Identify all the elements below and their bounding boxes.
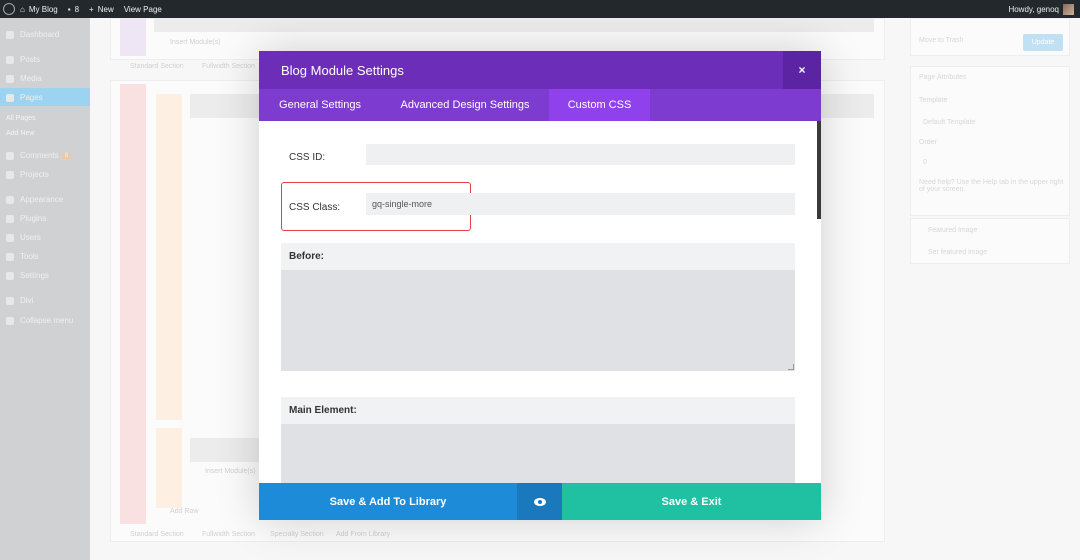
insert-module-link[interactable]: Insert Module(s) <box>205 468 256 475</box>
comments-badge: 8 <box>61 152 72 159</box>
sidebar-item-projects[interactable]: Projects <box>6 170 49 179</box>
standard-section-link-2[interactable]: Standard Section <box>130 531 184 538</box>
featured-image-box <box>910 218 1070 264</box>
update-button[interactable]: Update <box>1023 34 1063 51</box>
modal-title: Blog Module Settings <box>281 63 404 78</box>
close-button[interactable]: × <box>783 51 821 89</box>
module-bar <box>154 18 874 32</box>
close-icon: × <box>798 63 806 77</box>
comments-link[interactable]: ▪ 8 <box>63 0 84 18</box>
modal-footer: Save & Add To Library Save & Exit <box>259 483 821 520</box>
tab-general-settings[interactable]: General Settings <box>259 89 381 121</box>
modal-body: CSS ID: CSS Class: Before: Main Element: <box>259 121 821 483</box>
modal-header: Blog Module Settings × <box>259 51 821 89</box>
page-attributes-title: Page Attributes <box>919 74 967 81</box>
add-from-library-link[interactable]: Add From Library <box>336 531 390 538</box>
featured-image-title: Featured Image <box>928 227 978 234</box>
sidebar-item-users[interactable]: Users <box>6 233 41 242</box>
module-settings-modal: Blog Module Settings × General Settings … <box>259 51 821 520</box>
main-element-label: Main Element: <box>289 405 357 416</box>
wrench-icon <box>6 252 14 261</box>
sidebar-item-divi[interactable]: Divi <box>6 296 33 305</box>
css-id-input[interactable] <box>366 144 795 165</box>
tab-advanced-design-settings[interactable]: Advanced Design Settings <box>381 89 549 121</box>
add-row-link[interactable]: Add Row <box>170 508 198 515</box>
sidebar-collapse-menu[interactable]: Collapse menu <box>6 316 73 325</box>
sidebar-item-tools[interactable]: Tools <box>6 252 39 261</box>
plugin-icon <box>6 214 14 223</box>
set-featured-image-link[interactable]: Set featured image <box>928 249 987 256</box>
settings-icon <box>6 271 14 280</box>
main-element-field-header <box>281 397 795 424</box>
sidebar-item-media[interactable]: Media <box>6 74 42 83</box>
before-field-header <box>281 243 795 270</box>
sidebar-subitem-all-pages[interactable]: All Pages <box>6 115 36 122</box>
howdy-link[interactable]: Howdy, genoq <box>1008 5 1059 14</box>
view-page-link[interactable]: View Page <box>119 0 167 18</box>
sidebar-item-settings[interactable]: Settings <box>6 271 49 280</box>
dashboard-icon <box>6 30 14 39</box>
template-label: Template <box>919 97 948 104</box>
standard-section-link[interactable]: Standard Section <box>130 63 184 70</box>
wordpress-logo-icon[interactable] <box>3 3 15 15</box>
sidebar-item-comments[interactable]: Comments 8 <box>6 151 72 160</box>
save-add-to-library-button[interactable]: Save & Add To Library <box>259 483 517 520</box>
css-class-label: CSS Class: <box>289 202 341 213</box>
eye-icon <box>533 497 546 506</box>
tab-custom-css[interactable]: Custom CSS <box>549 89 650 121</box>
sidebar-item-appearance[interactable]: Appearance <box>6 195 63 204</box>
insert-modules-link[interactable]: Insert Module(s) <box>170 39 221 46</box>
divi-icon <box>6 296 14 305</box>
before-textarea[interactable] <box>281 270 795 371</box>
sidebar-item-plugins[interactable]: Plugins <box>6 214 46 223</box>
help-text: Need help? Use the Help tab in the upper… <box>919 179 1064 193</box>
collapse-icon <box>6 316 14 325</box>
modal-scrollbar[interactable] <box>817 121 821 219</box>
comments-count: 8 <box>74 4 80 14</box>
css-class-input[interactable] <box>366 193 795 215</box>
media-icon <box>6 74 14 83</box>
specialty-section-link[interactable]: Specialty Section <box>270 531 324 538</box>
section-handle-purple <box>120 18 146 56</box>
sidebar-item-pages[interactable]: Pages <box>6 93 43 102</box>
order-input[interactable]: 0 <box>923 159 927 166</box>
site-name-link[interactable]: ⌂ My Blog <box>15 0 63 18</box>
avatar[interactable] <box>1063 3 1074 15</box>
save-exit-button[interactable]: Save & Exit <box>562 483 821 520</box>
css-id-label: CSS ID: <box>289 152 326 163</box>
brush-icon <box>6 195 14 204</box>
pin-icon <box>6 55 14 64</box>
order-label: Order <box>919 139 937 146</box>
users-icon <box>6 233 14 242</box>
settings-tabs: General Settings Advanced Design Setting… <box>259 89 821 121</box>
resize-grip-icon[interactable] <box>788 364 794 370</box>
admin-sidebar: Dashboard Posts Media Pages All Pages Ad… <box>0 18 90 560</box>
admin-bar: ⌂ My Blog ▪ 8 + New View Page Howdy, gen… <box>0 0 1080 18</box>
row-handle-orange-2 <box>156 428 182 508</box>
fullwidth-section-link[interactable]: Fullwidth Section <box>202 63 255 70</box>
comment-icon: ▪ <box>67 4 71 14</box>
before-label: Before: <box>289 251 325 262</box>
plus-icon: + <box>89 4 94 14</box>
sidebar-item-dashboard[interactable]: Dashboard <box>6 30 59 39</box>
projects-icon <box>6 170 14 179</box>
sidebar-item-posts[interactable]: Posts <box>6 55 40 64</box>
new-content-link[interactable]: + New <box>84 0 119 18</box>
new-label: New <box>97 4 114 14</box>
fullwidth-section-link-2[interactable]: Fullwidth Section <box>202 531 255 538</box>
template-select[interactable]: Default Template <box>923 119 975 126</box>
home-icon: ⌂ <box>20 4 25 14</box>
main-element-textarea[interactable] <box>281 424 795 483</box>
comment-icon <box>6 151 14 160</box>
sidebar-subitem-add-new[interactable]: Add New <box>6 130 34 137</box>
preview-button[interactable] <box>517 483 562 520</box>
pages-icon <box>6 93 14 102</box>
section-handle-red <box>120 84 146 524</box>
move-to-trash-link[interactable]: Move to Trash <box>919 37 963 44</box>
row-handle-orange <box>156 94 182 420</box>
site-name-label: My Blog <box>28 4 58 14</box>
